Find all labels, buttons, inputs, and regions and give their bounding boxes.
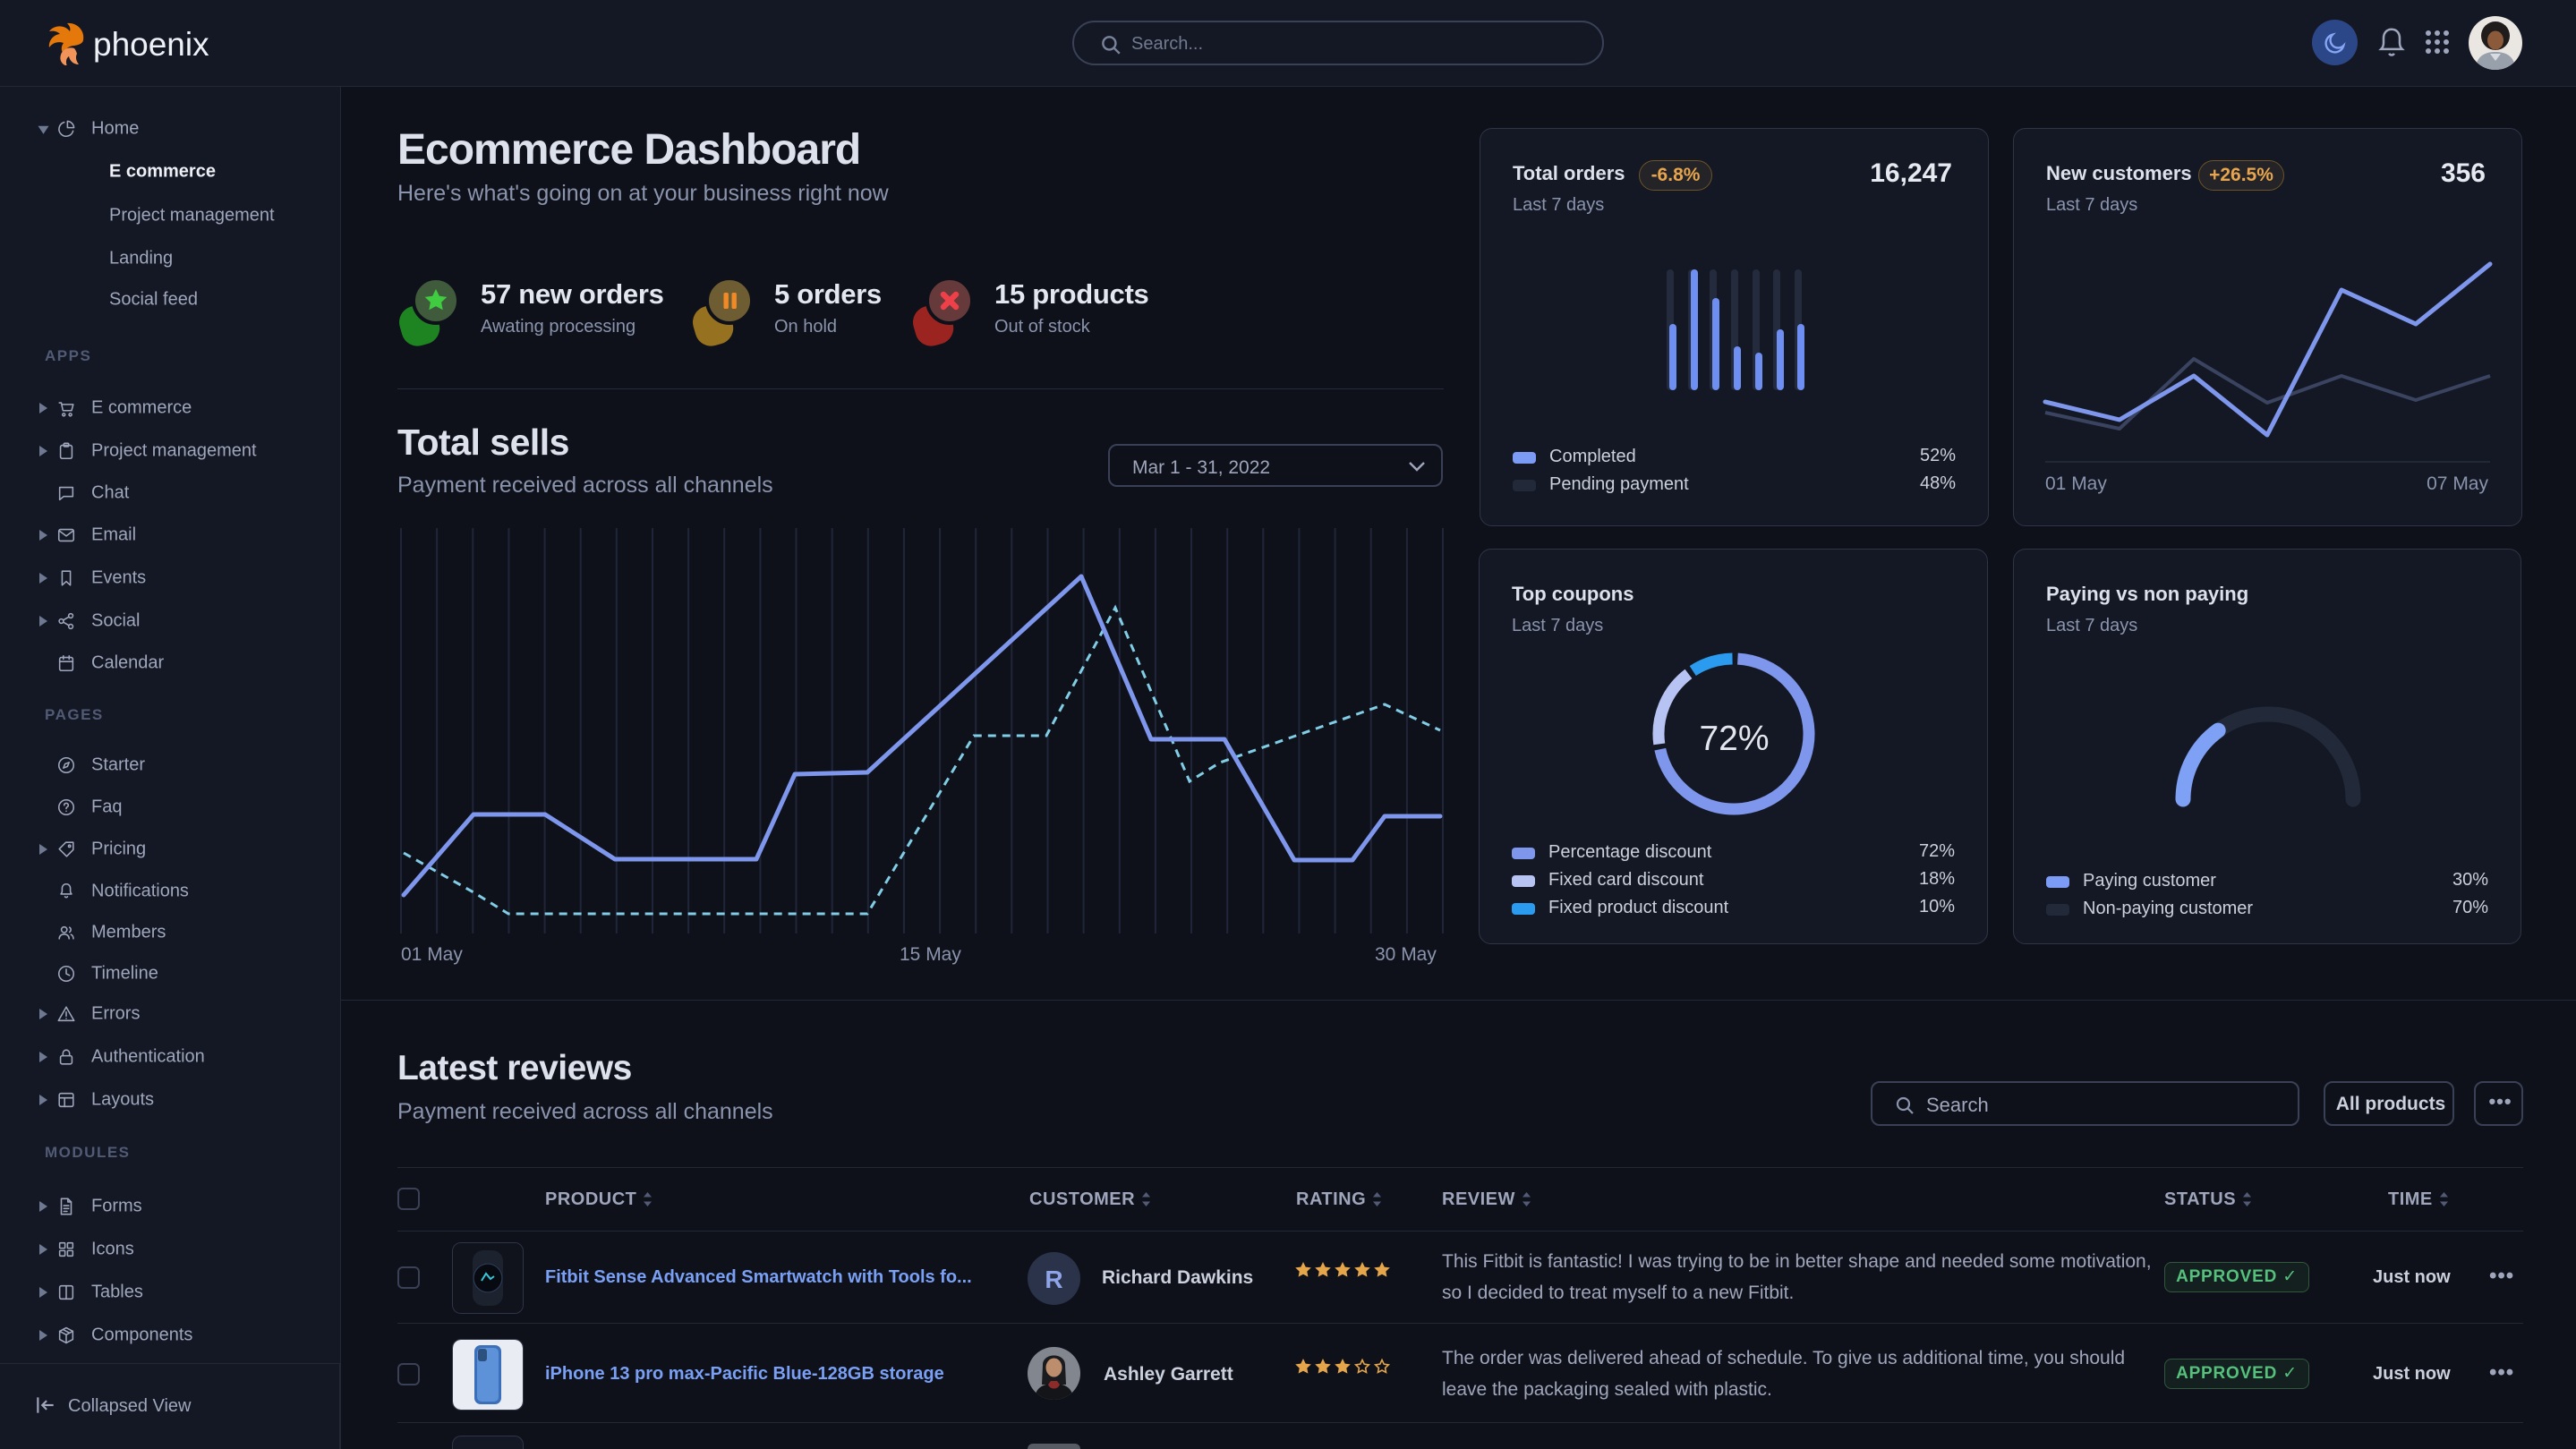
svg-text:R: R xyxy=(1045,1266,1062,1293)
